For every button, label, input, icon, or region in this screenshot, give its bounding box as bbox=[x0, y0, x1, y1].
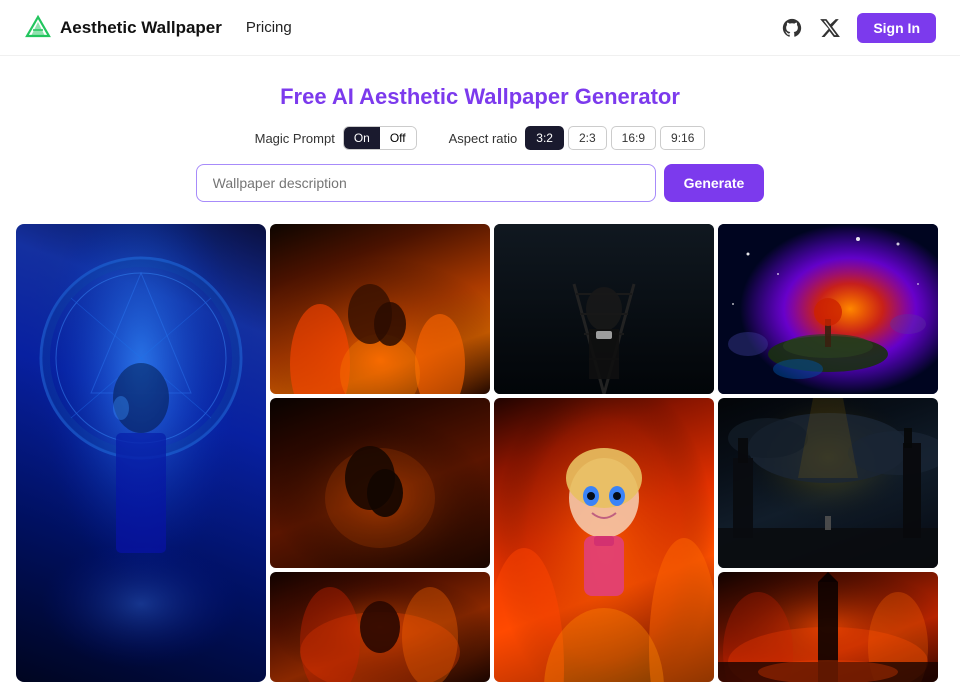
magic-prompt-label: Magic Prompt bbox=[255, 131, 335, 146]
gallery bbox=[0, 220, 960, 682]
gallery-item-dark-tower[interactable] bbox=[718, 398, 938, 568]
aspect-3-2[interactable]: 3:2 bbox=[525, 126, 564, 150]
aspect-2-3[interactable]: 2:3 bbox=[568, 126, 607, 150]
github-icon[interactable] bbox=[781, 17, 803, 39]
hero-title: Free AI Aesthetic Wallpaper Generator bbox=[20, 84, 940, 110]
search-row: Generate bbox=[20, 164, 940, 202]
logo-icon bbox=[24, 14, 52, 42]
search-input[interactable] bbox=[196, 164, 656, 202]
logo-text: Aesthetic Wallpaper bbox=[60, 18, 222, 38]
aspect-16-9[interactable]: 16:9 bbox=[611, 126, 656, 150]
hero-section: Free AI Aesthetic Wallpaper Generator Ma… bbox=[0, 56, 960, 220]
gallery-item-cosmic[interactable] bbox=[718, 224, 938, 394]
aspect-options: 3:2 2:3 16:9 9:16 bbox=[525, 126, 705, 150]
gallery-item-fire-hug[interactable] bbox=[270, 224, 490, 394]
aspect-ratio-group: Aspect ratio 3:2 2:3 16:9 9:16 bbox=[449, 126, 706, 150]
fire-tower-art bbox=[718, 572, 938, 682]
cosmic-art bbox=[718, 224, 938, 394]
magic-prompt-toggle[interactable]: On Off bbox=[343, 126, 417, 150]
gallery-item-fire-woman[interactable] bbox=[270, 572, 490, 682]
aspect-ratio-label: Aspect ratio bbox=[449, 131, 518, 146]
nav-pricing[interactable]: Pricing bbox=[246, 19, 292, 36]
sign-in-button[interactable]: Sign In bbox=[857, 13, 936, 43]
header-right: Sign In bbox=[781, 13, 936, 43]
header: Aesthetic Wallpaper Pricing Sign In bbox=[0, 0, 960, 56]
magic-prompt-group: Magic Prompt On Off bbox=[255, 126, 417, 150]
aspect-9-16[interactable]: 9:16 bbox=[660, 126, 705, 150]
logo-link[interactable]: Aesthetic Wallpaper bbox=[24, 14, 222, 42]
barbie-art bbox=[494, 398, 714, 682]
generate-button[interactable]: Generate bbox=[664, 164, 765, 202]
wednesday-art bbox=[494, 224, 714, 394]
header-left: Aesthetic Wallpaper Pricing bbox=[24, 14, 292, 42]
gallery-item-blue-woman[interactable] bbox=[16, 224, 266, 682]
gallery-item-fire-hug2[interactable] bbox=[270, 398, 490, 568]
gallery-item-wednesday[interactable] bbox=[494, 224, 714, 394]
fire-woman-art bbox=[270, 572, 490, 682]
gallery-item-fire-tower[interactable] bbox=[718, 572, 938, 682]
magic-prompt-on[interactable]: On bbox=[344, 127, 380, 149]
blue-woman-art bbox=[16, 224, 266, 682]
dark-tower-art bbox=[718, 398, 938, 568]
fire-hug2-art bbox=[270, 398, 490, 568]
gallery-item-barbie-fire[interactable] bbox=[494, 398, 714, 682]
magic-prompt-off[interactable]: Off bbox=[380, 127, 416, 149]
fire-hug-art bbox=[270, 224, 490, 394]
controls-row: Magic Prompt On Off Aspect ratio 3:2 2:3… bbox=[20, 126, 940, 150]
twitter-icon[interactable] bbox=[819, 17, 841, 39]
